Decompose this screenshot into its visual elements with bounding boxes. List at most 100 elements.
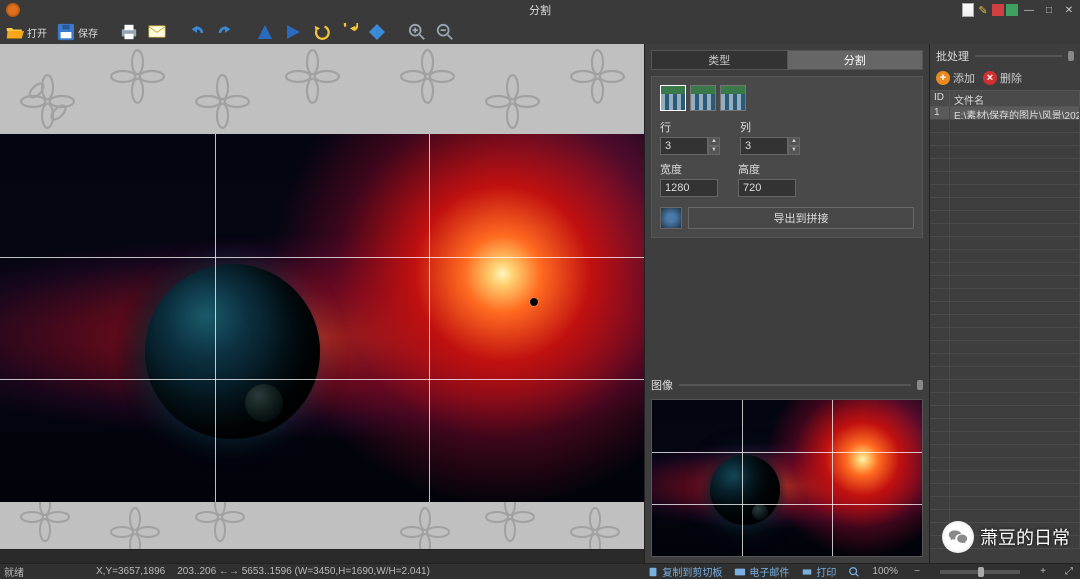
table-row[interactable] xyxy=(930,315,1080,328)
table-row[interactable] xyxy=(930,328,1080,341)
triangle-up-icon xyxy=(256,24,274,40)
table-row[interactable] xyxy=(930,224,1080,237)
height-input[interactable] xyxy=(738,179,796,197)
zoom-icon xyxy=(848,566,860,578)
export-button[interactable]: 导出到拼接 xyxy=(688,207,914,229)
template-3[interactable] xyxy=(720,85,746,111)
flip-h-button[interactable] xyxy=(254,22,276,42)
table-row[interactable] xyxy=(930,367,1080,380)
rotate-left-button[interactable] xyxy=(310,22,332,42)
table-row[interactable] xyxy=(930,302,1080,315)
table-row[interactable] xyxy=(930,497,1080,510)
table-row[interactable] xyxy=(930,380,1080,393)
rows-spinner[interactable]: ▲▼ xyxy=(660,137,720,155)
new-doc-icon[interactable] xyxy=(962,3,974,17)
undo-button[interactable] xyxy=(186,22,208,42)
flip-v-button[interactable] xyxy=(282,22,304,42)
canvas-area[interactable] xyxy=(0,44,644,549)
green-square-icon[interactable] xyxy=(1006,4,1018,16)
batch-header: 批处理 xyxy=(936,48,1074,64)
rotate-left-icon xyxy=(312,24,330,40)
email-button[interactable] xyxy=(146,22,168,42)
printer-small-icon xyxy=(801,566,813,578)
zoom-slider[interactable] xyxy=(940,570,1020,574)
file-table-body[interactable]: 1E:\素材\保存的图片\风景\2025187.jpg xyxy=(930,107,1080,563)
table-row[interactable] xyxy=(930,445,1080,458)
cross-icon: × xyxy=(983,71,997,85)
maximize-button[interactable]: □ xyxy=(1040,3,1058,17)
table-row[interactable] xyxy=(930,458,1080,471)
template-2[interactable] xyxy=(690,85,716,111)
col-id[interactable]: ID xyxy=(930,91,950,106)
red-square-icon[interactable] xyxy=(992,4,1004,16)
table-row[interactable] xyxy=(930,263,1080,276)
tab-type[interactable]: 类型 xyxy=(652,51,788,69)
zoom-out-button[interactable] xyxy=(434,22,456,42)
table-row[interactable] xyxy=(930,393,1080,406)
cols-up[interactable]: ▲ xyxy=(788,137,800,146)
table-row[interactable] xyxy=(930,471,1080,484)
table-row[interactable] xyxy=(930,250,1080,263)
table-row[interactable] xyxy=(930,406,1080,419)
table-row[interactable] xyxy=(930,432,1080,445)
minimize-button[interactable]: — xyxy=(1020,3,1038,17)
width-input[interactable] xyxy=(660,179,718,197)
window-title: 分割 xyxy=(529,2,551,18)
table-row[interactable] xyxy=(930,289,1080,302)
table-row[interactable] xyxy=(930,211,1080,224)
delete-file-button[interactable]: × 删除 xyxy=(983,70,1022,86)
rotate-right-icon xyxy=(340,24,358,40)
clipboard-link[interactable]: 复制到剪切板 xyxy=(647,564,722,579)
save-button[interactable]: 保存 xyxy=(55,22,100,42)
template-thumbnails xyxy=(660,85,914,111)
table-row[interactable] xyxy=(930,484,1080,497)
preview-collapse-icon[interactable] xyxy=(917,380,923,390)
batch-collapse-icon[interactable] xyxy=(1068,51,1074,61)
template-1[interactable] xyxy=(660,85,686,111)
zoom-in-icon xyxy=(408,24,426,40)
main-toolbar: 打开 保存 xyxy=(0,20,1080,44)
table-row[interactable] xyxy=(930,198,1080,211)
print-button[interactable] xyxy=(118,22,140,42)
table-row[interactable] xyxy=(930,146,1080,159)
table-row[interactable] xyxy=(930,120,1080,133)
table-row[interactable] xyxy=(930,159,1080,172)
table-row[interactable] xyxy=(930,133,1080,146)
zoom-out-icon xyxy=(436,24,454,40)
zoom-minus[interactable]: − xyxy=(910,566,924,577)
table-row[interactable]: 1E:\素材\保存的图片\风景\2025187.jpg xyxy=(930,107,1080,120)
watermark: 萧豆的日常 xyxy=(942,521,1070,553)
split-panel: 行 ▲▼ 列 ▲▼ 宽度 xyxy=(651,76,923,238)
preview-thumbnail[interactable] xyxy=(651,399,923,557)
table-row[interactable] xyxy=(930,354,1080,367)
email-link[interactable]: 电子邮件 xyxy=(734,564,789,579)
add-file-button[interactable]: + 添加 xyxy=(936,70,975,86)
rows-up[interactable]: ▲ xyxy=(708,137,720,146)
folder-open-icon xyxy=(6,24,24,40)
open-button[interactable]: 打开 xyxy=(4,22,49,42)
print-link[interactable]: 打印 xyxy=(801,564,836,579)
zoom-plus[interactable]: + xyxy=(1036,566,1050,577)
table-row[interactable] xyxy=(930,172,1080,185)
table-row[interactable] xyxy=(930,341,1080,354)
col-filename[interactable]: 文件名 xyxy=(950,91,1080,106)
cols-down[interactable]: ▼ xyxy=(788,146,800,155)
table-row[interactable] xyxy=(930,419,1080,432)
rows-down[interactable]: ▼ xyxy=(708,146,720,155)
tab-split[interactable]: 分割 xyxy=(788,51,923,69)
rotate-right-button[interactable] xyxy=(338,22,360,42)
close-button[interactable]: ✕ xyxy=(1060,3,1078,17)
table-row[interactable] xyxy=(930,237,1080,250)
redo-button[interactable] xyxy=(214,22,236,42)
horizontal-scrollbar[interactable] xyxy=(0,549,644,563)
table-row[interactable] xyxy=(930,276,1080,289)
cols-input[interactable] xyxy=(740,137,788,155)
zoom-fit[interactable]: ⤢ xyxy=(1062,566,1076,577)
pencil-icon[interactable]: ✎ xyxy=(976,3,990,17)
crop-button[interactable] xyxy=(366,22,388,42)
zoom-in-button[interactable] xyxy=(406,22,428,42)
rows-input[interactable] xyxy=(660,137,708,155)
table-row[interactable] xyxy=(930,185,1080,198)
mode-tabs: 类型 分割 xyxy=(651,50,923,70)
cols-spinner[interactable]: ▲▼ xyxy=(740,137,800,155)
